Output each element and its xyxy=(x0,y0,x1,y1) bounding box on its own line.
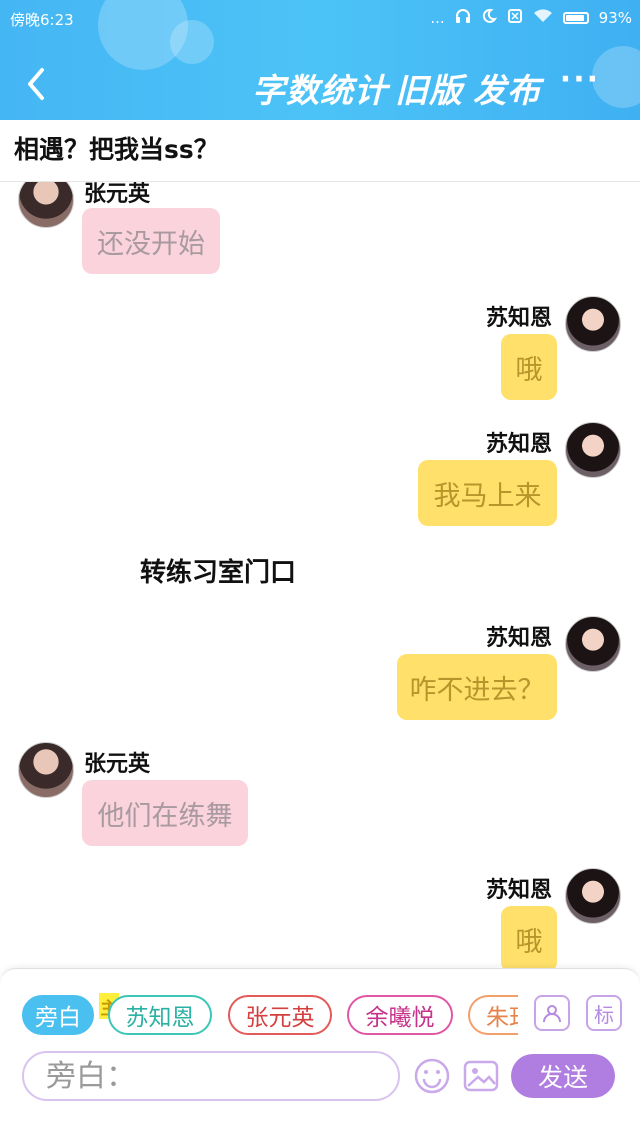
message-bubble[interactable]: 哦 xyxy=(501,906,557,968)
status-icons: ... 93% xyxy=(430,8,632,28)
role-chip-zhang[interactable]: 张元英 xyxy=(228,995,332,1035)
person-icon xyxy=(543,1005,561,1023)
moon-icon xyxy=(481,8,497,28)
mark-label: 标 xyxy=(594,1002,614,1027)
wifi-icon xyxy=(533,8,553,28)
message-bubble[interactable]: 我马上来 xyxy=(418,460,557,526)
status-time: 傍晚6:23 xyxy=(10,11,74,29)
battery-percent: 93% xyxy=(598,9,632,27)
chat-area[interactable]: 张元英 还没开始 苏知恩 哦 苏知恩 我马上来 转练习室门口 苏知恩 咋不进去？… xyxy=(0,182,640,968)
app-header: 傍晚6:23 ... 93% 字数统计 旧版 发布 ··· xyxy=(0,0,640,120)
role-chip-yu[interactable]: 余曦悦 xyxy=(347,995,453,1035)
avatar-su[interactable] xyxy=(565,296,621,352)
image-button[interactable] xyxy=(462,1057,500,1095)
message-bubble[interactable]: 哦 xyxy=(501,334,557,400)
send-button[interactable]: 发送 xyxy=(511,1054,615,1098)
avatar-zhang[interactable] xyxy=(18,182,74,228)
more-dots-icon: ... xyxy=(430,9,445,27)
image-icon xyxy=(463,1060,499,1092)
message-bubble[interactable]: 还没开始 xyxy=(82,208,220,274)
add-role-button[interactable] xyxy=(534,995,570,1031)
message-input-wrapper xyxy=(22,1051,400,1101)
sim-icon xyxy=(507,8,523,28)
avatar-su[interactable] xyxy=(565,868,621,924)
speaker-name: 苏知恩 xyxy=(486,306,553,331)
tab-word-count[interactable]: 字数统计 xyxy=(252,64,388,112)
tab-old-version[interactable]: 旧版 xyxy=(395,64,463,112)
message-bubble[interactable]: 咋不进去？ xyxy=(397,654,557,720)
speaker-name: 苏知恩 xyxy=(486,626,553,651)
emoji-button[interactable] xyxy=(413,1057,451,1095)
role-chip-su[interactable]: 苏知恩 xyxy=(108,995,212,1035)
tab-publish[interactable]: 发布 xyxy=(473,64,541,112)
speaker-name: 苏知恩 xyxy=(486,432,553,457)
chevron-left-icon xyxy=(28,68,44,100)
smiley-icon xyxy=(414,1058,450,1094)
speaker-name: 苏知恩 xyxy=(486,878,553,903)
avatar-su[interactable] xyxy=(565,616,621,672)
message-bubble[interactable]: 他们在练舞 xyxy=(82,780,248,846)
role-chip-zhu-label: 朱珏 xyxy=(486,1005,518,1031)
more-button[interactable]: ··· xyxy=(560,62,600,97)
narration-text[interactable]: 转练习室门口 xyxy=(140,552,296,589)
mark-button[interactable]: 标 xyxy=(586,995,622,1031)
avatar-zhang[interactable] xyxy=(18,742,74,798)
speaker-name: 张元英 xyxy=(84,752,151,777)
back-button[interactable] xyxy=(18,62,58,106)
message-input[interactable] xyxy=(24,1053,398,1099)
composer-panel: 旁白 主 苏知恩 张元英 余曦悦 朱珏 标 发送 xyxy=(0,968,640,1138)
battery-icon xyxy=(562,12,589,24)
role-chip-narration[interactable]: 旁白 xyxy=(22,995,94,1035)
nav-row: 字数统计 旧版 发布 ··· xyxy=(0,56,640,112)
story-title[interactable]: 相遇？把我当ss？ xyxy=(0,120,640,182)
speaker-name: 张元英 xyxy=(84,182,151,207)
status-bar: 傍晚6:23 ... 93% xyxy=(0,0,640,36)
avatar-su[interactable] xyxy=(565,422,621,478)
role-chip-zhu[interactable]: 朱珏 xyxy=(468,995,518,1035)
headphone-icon xyxy=(455,8,471,28)
